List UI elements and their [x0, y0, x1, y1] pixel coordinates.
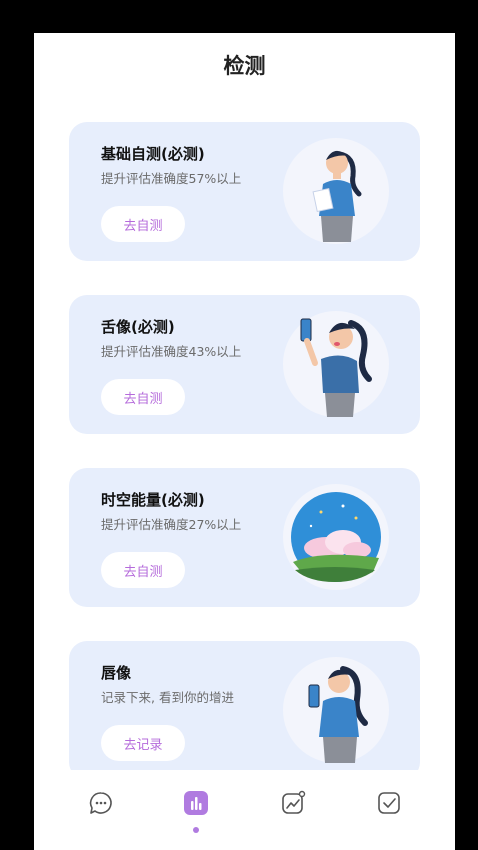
card-title: 唇像 [101, 664, 132, 682]
tab-detect[interactable] [182, 789, 210, 817]
active-tab-indicator [193, 827, 199, 833]
trend-chart-icon [282, 790, 306, 814]
card-subtitle: 提升评估准确度27%以上 [101, 517, 242, 532]
go-self-test-button[interactable]: 去自测 [101, 206, 185, 242]
card-subtitle: 提升评估准确度57%以上 [101, 171, 242, 186]
card-spacetime-energy-test[interactable]: 时空能量(必测) 提升评估准确度27%以上 去自测 [69, 468, 420, 607]
go-record-button[interactable]: 去记录 [101, 725, 185, 761]
app-screen: 检测 基础自测(必测) 提升评估准确度57%以上 去自测 舌像(必测) 提升评估… [34, 33, 455, 850]
card-subtitle: 记录下来, 看到你的增进 [101, 690, 234, 705]
card-tongue-test[interactable]: 舌像(必测) 提升评估准确度43%以上 去自测 [69, 295, 420, 434]
card-title: 基础自测(必测) [101, 145, 205, 163]
go-self-test-button[interactable]: 去自测 [101, 379, 185, 415]
tab-trend[interactable] [279, 789, 307, 817]
card-title: 时空能量(必测) [101, 491, 205, 509]
go-self-test-button[interactable]: 去自测 [101, 552, 185, 588]
card-basic-test[interactable]: 基础自测(必测) 提升评估准确度57%以上 去自测 [69, 122, 420, 261]
sky-clouds-landscape-illustration [283, 484, 389, 590]
tab-checkin[interactable] [375, 789, 403, 817]
card-lip-record[interactable]: 唇像 记录下来, 看到你的增进 去记录 [69, 641, 420, 780]
woman-holding-paper-illustration [283, 138, 389, 244]
card-title: 舌像(必测) [101, 318, 175, 336]
woman-selfie-tongue-illustration [283, 311, 389, 417]
woman-holding-phone-illustration [283, 657, 389, 763]
tab-chat[interactable] [87, 789, 115, 817]
checkbox-icon [378, 792, 400, 814]
card-subtitle: 提升评估准确度43%以上 [101, 344, 242, 359]
bar-chart-icon [184, 791, 208, 815]
bottom-tab-bar [34, 770, 455, 850]
chat-bubble-icon [89, 792, 112, 814]
page-title: 检测 [223, 54, 266, 78]
